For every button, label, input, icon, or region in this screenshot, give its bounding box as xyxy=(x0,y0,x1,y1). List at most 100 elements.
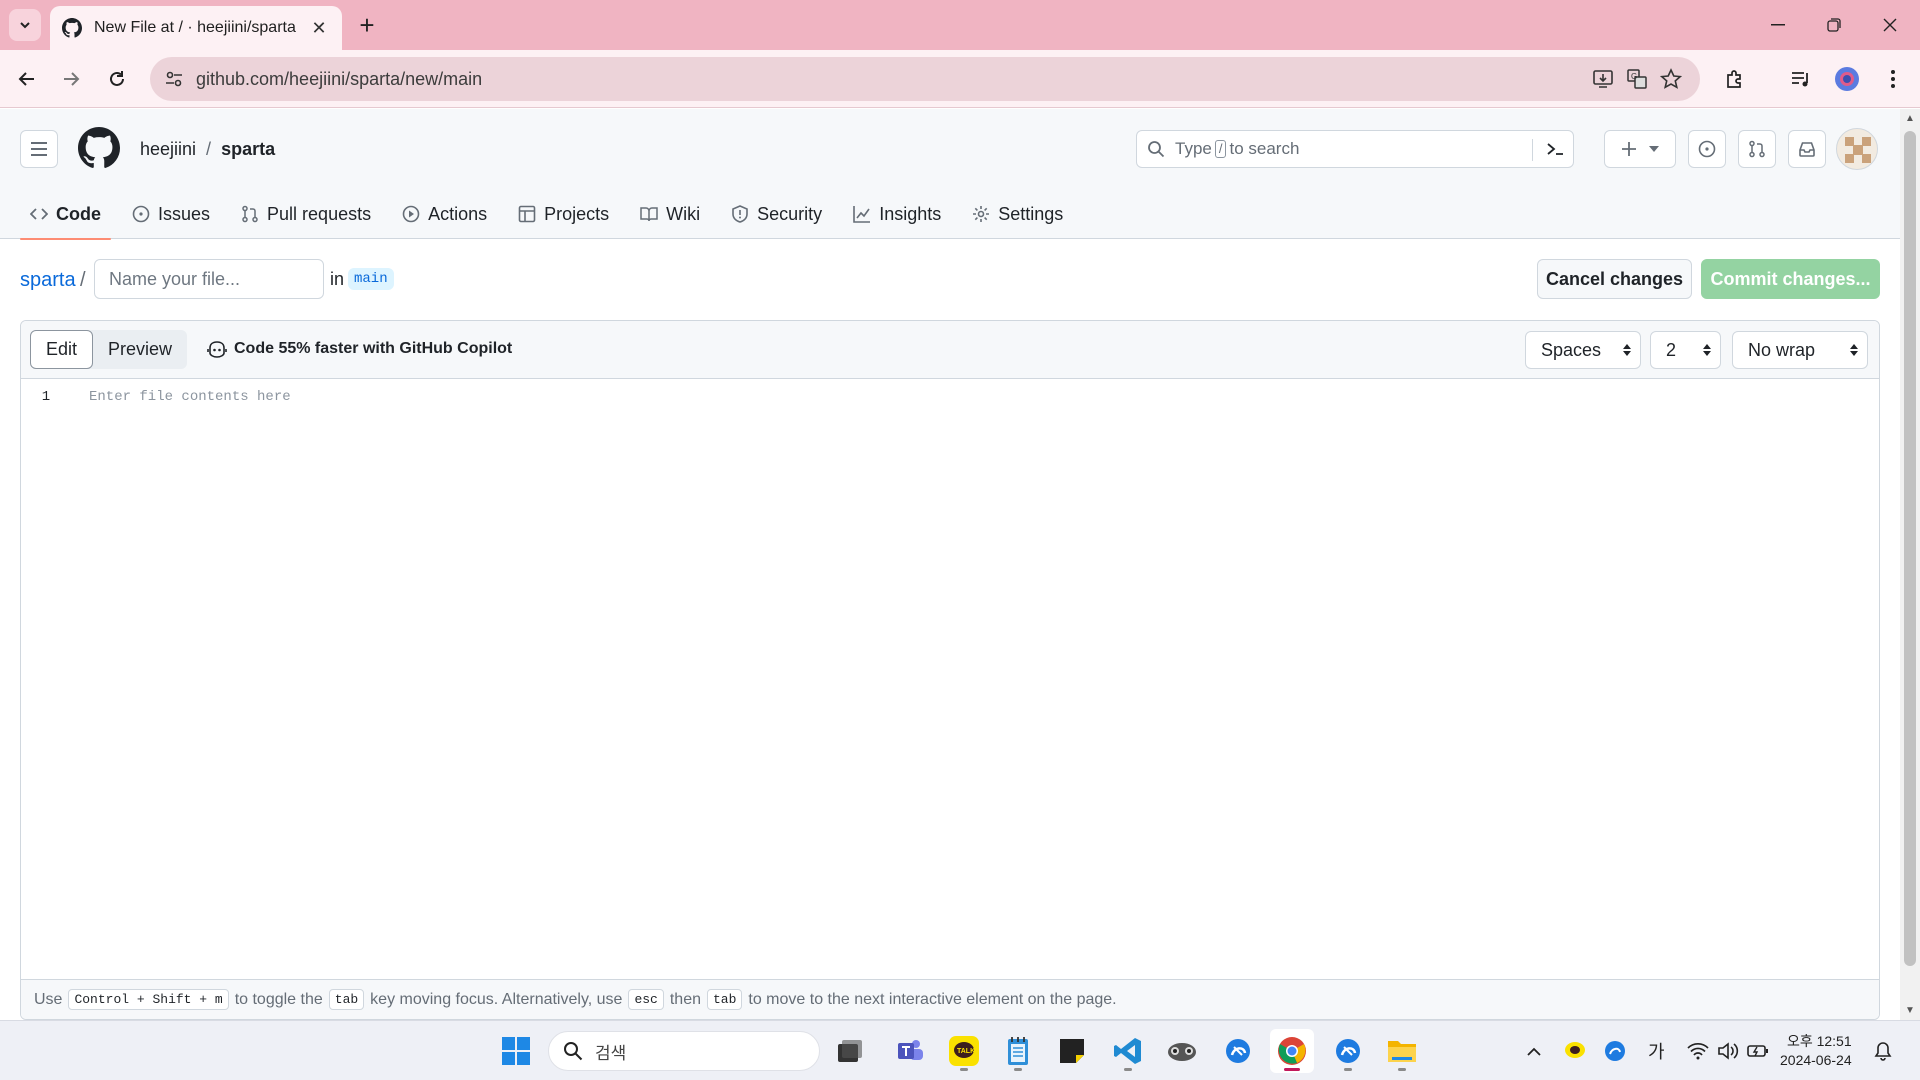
pull-requests-header-button[interactable] xyxy=(1738,130,1776,168)
hamburger-icon xyxy=(31,142,47,156)
ime-indicator[interactable]: 가 xyxy=(1648,1038,1665,1064)
kakaotalk-tray-icon[interactable] xyxy=(1564,1041,1586,1061)
back-button[interactable] xyxy=(8,60,46,98)
preview-tab[interactable]: Preview xyxy=(93,330,187,369)
scroll-down-icon[interactable]: ▼ xyxy=(1905,1005,1915,1016)
url-text[interactable]: github.com/heejiini/sparta/new/main xyxy=(196,69,482,90)
site-settings-icon[interactable] xyxy=(164,69,184,89)
tab-actions[interactable]: Actions xyxy=(392,189,497,239)
install-app-icon[interactable] xyxy=(1592,68,1614,90)
notepad-icon xyxy=(1008,1037,1028,1065)
battery-icon[interactable] xyxy=(1746,1044,1769,1058)
file-explorer-app[interactable] xyxy=(1380,1029,1424,1073)
tab-projects-label: Projects xyxy=(544,203,610,224)
edge-app[interactable] xyxy=(1216,1029,1260,1073)
bookmark-star-icon[interactable] xyxy=(1660,68,1682,90)
repo-link[interactable]: sparta xyxy=(221,139,275,160)
translate-icon[interactable]: G xyxy=(1626,68,1648,90)
issues-header-button[interactable] xyxy=(1688,130,1726,168)
notification-bell-icon[interactable] xyxy=(1874,1041,1892,1061)
volume-icon[interactable] xyxy=(1717,1042,1739,1060)
new-tab-button[interactable]: + xyxy=(352,10,382,40)
command-palette-icon[interactable] xyxy=(1545,139,1565,159)
notepad-app[interactable] xyxy=(996,1029,1040,1073)
extensions-button[interactable] xyxy=(1716,60,1754,98)
profile-button[interactable] xyxy=(1828,60,1866,98)
indent-size-select[interactable]: 2 xyxy=(1650,331,1721,369)
play-icon xyxy=(402,205,420,223)
github-logo[interactable] xyxy=(78,127,120,169)
git-pull-request-icon xyxy=(1749,140,1765,158)
tab-actions-label: Actions xyxy=(428,203,488,224)
scroll-up-icon[interactable]: ▲ xyxy=(1905,113,1915,124)
in-branch-label: in xyxy=(330,269,345,289)
help-text-then: then xyxy=(669,990,701,1008)
indent-mode-select[interactable]: Spaces xyxy=(1525,331,1641,369)
breadcrumb-separator: / xyxy=(80,269,86,291)
create-new-button[interactable] xyxy=(1604,130,1676,168)
code-editor-input[interactable]: Enter file contents here xyxy=(89,389,291,405)
forward-button[interactable] xyxy=(52,60,90,98)
tab-pull-requests[interactable]: Pull requests xyxy=(231,189,381,239)
sticky-notes-app[interactable] xyxy=(1050,1029,1094,1073)
browser-tray-icon[interactable] xyxy=(1604,1040,1626,1062)
notification-area xyxy=(1874,1021,1892,1080)
global-nav-menu-button[interactable] xyxy=(20,130,58,168)
puzzle-icon xyxy=(1727,70,1741,88)
browser-app-icon xyxy=(1226,1039,1250,1063)
start-button[interactable] xyxy=(494,1029,538,1073)
wrap-mode-select[interactable]: No wrap xyxy=(1732,331,1868,369)
tab-projects[interactable]: Projects xyxy=(508,189,619,239)
page-scrollbar[interactable]: ▲ ▼ xyxy=(1900,109,1920,1020)
issue-icon xyxy=(132,205,150,223)
tab-wiki[interactable]: Wiki xyxy=(630,189,710,239)
taskbar-search[interactable]: 검색 xyxy=(548,1031,820,1071)
task-view-button[interactable] xyxy=(828,1029,872,1073)
gamepad-icon xyxy=(1168,1043,1196,1061)
reload-button[interactable] xyxy=(98,60,136,98)
tab-settings[interactable]: Settings xyxy=(962,189,1073,239)
sticky-notes-icon xyxy=(1060,1039,1084,1063)
game-app[interactable] xyxy=(1160,1029,1204,1073)
edge-dev-app[interactable] xyxy=(1326,1029,1370,1073)
cancel-changes-button[interactable]: Cancel changes xyxy=(1537,259,1692,299)
owner-link[interactable]: heejiini xyxy=(140,139,196,160)
kakaotalk-app[interactable]: TALK xyxy=(942,1029,986,1073)
tab-security[interactable]: Security xyxy=(721,189,832,239)
search-shortcut-key: / xyxy=(1214,140,1227,158)
task-view-icon xyxy=(838,1040,862,1062)
tab-issues[interactable]: Issues xyxy=(122,189,220,239)
browser-menu-button[interactable] xyxy=(1874,60,1912,98)
inbox-button[interactable] xyxy=(1788,130,1826,168)
teams-app[interactable] xyxy=(888,1029,932,1073)
address-bar[interactable]: github.com/heejiini/sparta/new/main G xyxy=(150,57,1700,101)
close-tab-icon[interactable]: ✕ xyxy=(308,17,330,39)
tab-search-button[interactable] xyxy=(9,9,41,41)
tab-insights[interactable]: Insights xyxy=(843,189,951,239)
tab-code[interactable]: Code xyxy=(20,189,111,240)
browser-tab-active[interactable]: New File at / · heejiini/sparta ✕ xyxy=(50,6,342,50)
edit-tab[interactable]: Edit xyxy=(30,330,94,369)
restore-button[interactable] xyxy=(1806,0,1862,50)
vscode-app[interactable] xyxy=(1106,1029,1150,1073)
close-window-button[interactable] xyxy=(1862,0,1918,50)
global-search-input[interactable]: Type / to search xyxy=(1136,130,1574,168)
system-clock[interactable]: 오후 12:51 2024-06-24 xyxy=(1780,1032,1852,1070)
search-placeholder-suffix: to search xyxy=(1229,139,1300,158)
media-controls-button[interactable] xyxy=(1782,60,1820,98)
chevron-up-icon[interactable] xyxy=(1526,1046,1542,1056)
breadcrumb-repo-link[interactable]: sparta xyxy=(20,269,76,292)
clock-date: 2024-06-24 xyxy=(1780,1052,1852,1068)
minimize-button[interactable] xyxy=(1750,0,1806,50)
user-avatar[interactable] xyxy=(1836,128,1878,170)
file-name-input[interactable] xyxy=(94,259,324,299)
wifi-icon[interactable] xyxy=(1686,1042,1709,1060)
scrollbar-thumb[interactable] xyxy=(1904,131,1916,966)
identicon-icon xyxy=(1837,129,1877,169)
help-tab-key: tab xyxy=(328,989,365,1010)
copilot-promo-link[interactable]: Code 55% faster with GitHub Copilot xyxy=(207,340,512,358)
file-editor: Edit Preview Code 55% faster with GitHub… xyxy=(20,320,1880,1020)
chrome-app[interactable] xyxy=(1270,1029,1314,1073)
tab-title: New File at / · heejiini/sparta xyxy=(94,19,296,36)
commit-changes-button[interactable]: Commit changes... xyxy=(1701,259,1880,299)
